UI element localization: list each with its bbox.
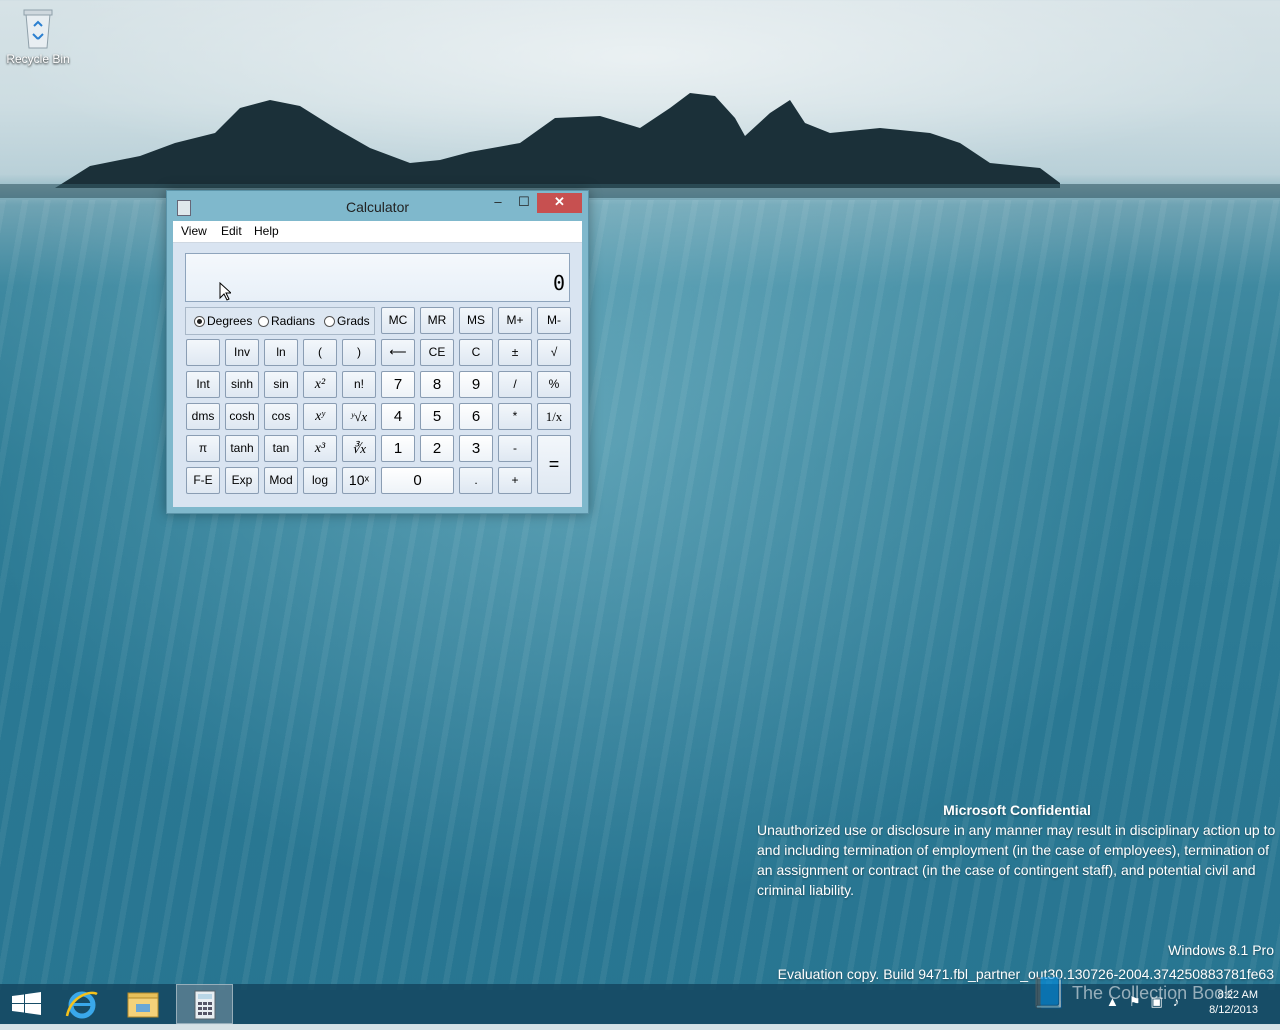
key-x-pow-y[interactable]: xʸ [303, 403, 337, 430]
key-log[interactable]: log [303, 467, 337, 494]
key-ten-pow-x[interactable]: 10ˣ [342, 467, 376, 494]
key-mr[interactable]: MR [420, 307, 454, 334]
key-backspace[interactable]: ⟵ [381, 339, 415, 366]
watermark-book-icon: 📘 [1030, 977, 1068, 1010]
key-cos[interactable]: cos [264, 403, 298, 430]
key-2[interactable]: 2 [420, 435, 454, 462]
key-cosh[interactable]: cosh [225, 403, 259, 430]
key-x-cubed[interactable]: x³ [303, 435, 337, 462]
watermark: 📘 The Collection Book [1030, 976, 1233, 1011]
key-c[interactable]: C [459, 339, 493, 366]
recycle-bin-shortcut[interactable]: Recycle Bin [4, 6, 72, 66]
key-m-plus[interactable]: M+ [498, 307, 532, 334]
radio-degrees[interactable]: Degrees [194, 314, 252, 328]
key-7[interactable]: 7 [381, 371, 415, 398]
ie-icon [65, 991, 98, 1019]
taskbar-internet-explorer[interactable] [55, 984, 112, 1024]
recycle-bin-label: Recycle Bin [6, 52, 70, 66]
key-inv[interactable]: Inv [225, 339, 259, 366]
key-dms[interactable]: dms [186, 403, 220, 430]
folder-icon [127, 992, 159, 1018]
calculator-body: View Edit Help 0 Degrees Radians Grads M… [173, 221, 582, 507]
key-x-squared[interactable]: x² [303, 371, 337, 398]
notice-title: Microsoft Confidential [943, 802, 1091, 818]
key-tanh[interactable]: tanh [225, 435, 259, 462]
result-display: 0 [185, 253, 570, 302]
close-button[interactable]: ✕ [537, 193, 582, 213]
title-bar[interactable]: Calculator – ☐ ✕ [167, 191, 588, 221]
key-1[interactable]: 1 [381, 435, 415, 462]
radio-indicator [324, 315, 335, 327]
radio-grads[interactable]: Grads [324, 314, 370, 328]
radio-radians[interactable]: Radians [258, 314, 315, 328]
calculator-window: Calculator – ☐ ✕ View Edit Help 0 Degree… [166, 190, 589, 514]
radio-label: Degrees [207, 314, 253, 328]
watermark-text: The Collection Book [1072, 983, 1234, 1003]
key-divide[interactable]: / [498, 371, 532, 398]
key-sinh[interactable]: sinh [225, 371, 259, 398]
key-ln[interactable]: ln [264, 339, 298, 366]
key-tan[interactable]: tan [264, 435, 298, 462]
calculator-icon [194, 990, 216, 1020]
taskbar-file-explorer[interactable] [114, 984, 171, 1024]
maximize-button[interactable]: ☐ [513, 193, 535, 213]
key-fe[interactable]: F-E [186, 467, 220, 494]
key-sqrt[interactable]: √ [537, 339, 571, 366]
key-9[interactable]: 9 [459, 371, 493, 398]
key-factorial[interactable]: n! [342, 371, 376, 398]
key-m-minus[interactable]: M- [537, 307, 571, 334]
key-reciprocal[interactable]: 1/x [537, 403, 571, 430]
key-ce[interactable]: CE [420, 339, 454, 366]
edition-label: Windows 8.1 Pro [1168, 942, 1274, 958]
key-blank [186, 339, 220, 366]
key-decimal[interactable]: . [459, 467, 493, 494]
key-exp[interactable]: Exp [225, 467, 259, 494]
start-button[interactable] [0, 984, 57, 1024]
display-value: 0 [552, 271, 565, 295]
key-sin[interactable]: sin [264, 371, 298, 398]
key-pi[interactable]: π [186, 435, 220, 462]
radio-label: Grads [337, 314, 370, 328]
key-int[interactable]: Int [186, 371, 220, 398]
key-percent[interactable]: % [537, 371, 571, 398]
key-0[interactable]: 0 [381, 467, 454, 494]
key-4[interactable]: 4 [381, 403, 415, 430]
minimize-button[interactable]: – [487, 193, 509, 213]
menu-view[interactable]: View [181, 224, 207, 238]
key-multiply[interactable]: * [498, 403, 532, 430]
confidential-notice: Microsoft Confidential Unauthorized use … [757, 800, 1277, 900]
key-add[interactable]: + [498, 467, 532, 494]
key-5[interactable]: 5 [420, 403, 454, 430]
key-subtract[interactable]: - [498, 435, 532, 462]
key-mc[interactable]: MC [381, 307, 415, 334]
recycle-bin-icon [23, 9, 53, 49]
taskbar-calculator[interactable] [176, 984, 233, 1024]
menu-bar: View Edit Help [173, 221, 582, 243]
key-open-paren[interactable]: ( [303, 339, 337, 366]
windows-logo-icon [12, 992, 41, 1015]
wallpaper-rocks [0, 93, 1280, 198]
radio-indicator [258, 315, 269, 327]
key-3[interactable]: 3 [459, 435, 493, 462]
key-cube-root[interactable]: ∛x [342, 435, 376, 462]
key-8[interactable]: 8 [420, 371, 454, 398]
key-close-paren[interactable]: ) [342, 339, 376, 366]
menu-edit[interactable]: Edit [221, 224, 242, 238]
key-mod[interactable]: Mod [264, 467, 298, 494]
angle-mode-group: Degrees Radians Grads [185, 307, 375, 335]
key-y-root-x[interactable]: ʸ√x [342, 403, 376, 430]
radio-label: Radians [271, 314, 316, 328]
radio-indicator [194, 315, 205, 327]
key-negate[interactable]: ± [498, 339, 532, 366]
notice-body: Unauthorized use or disclosure in any ma… [757, 822, 1276, 898]
key-equals[interactable]: = [537, 435, 571, 494]
menu-help[interactable]: Help [254, 224, 279, 238]
key-6[interactable]: 6 [459, 403, 493, 430]
key-ms[interactable]: MS [459, 307, 493, 334]
mouse-cursor-icon [219, 282, 231, 301]
